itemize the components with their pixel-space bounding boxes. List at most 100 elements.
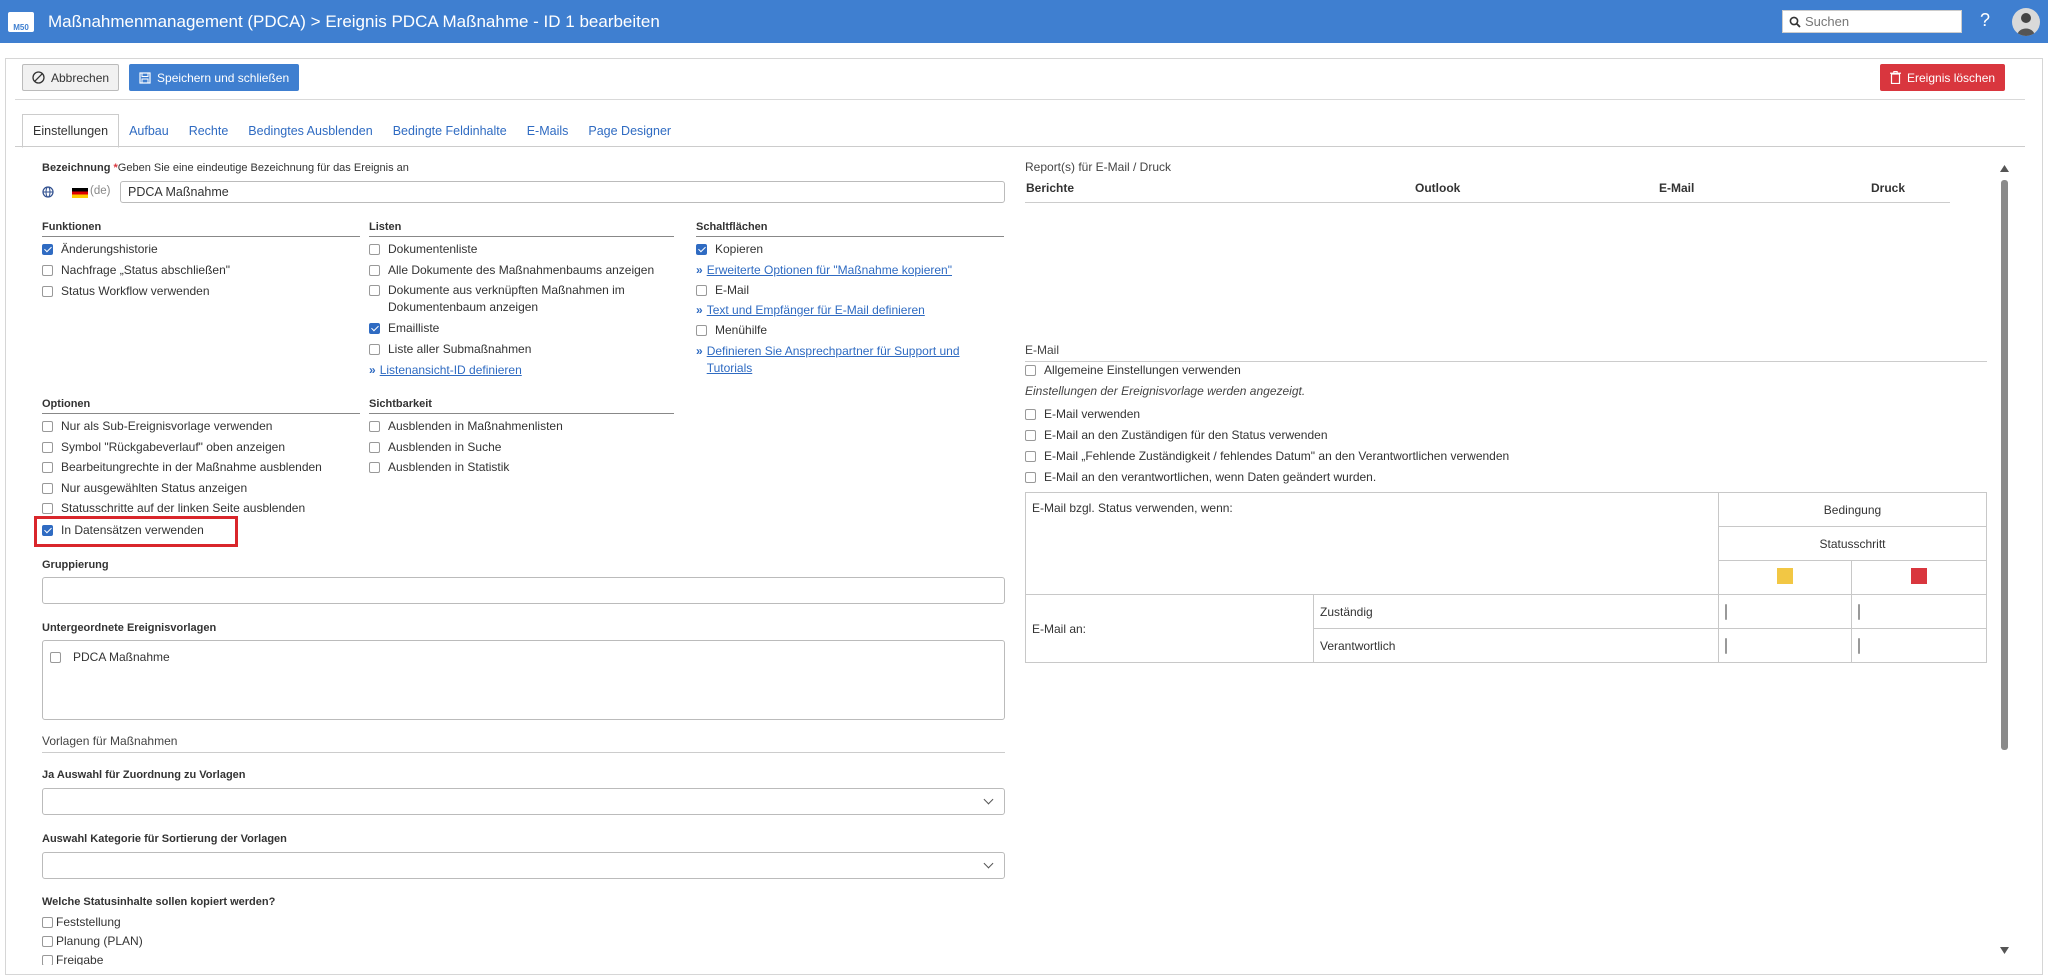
cb-nur-ausgewaehlten-status[interactable]: Nur ausgewählten Status anzeigen xyxy=(42,480,247,497)
optionen-header: Optionen xyxy=(42,398,360,414)
avatar[interactable] xyxy=(2012,8,2040,36)
cb-aenderungshistorie[interactable]: Änderungshistorie xyxy=(42,241,158,258)
gruppierung-input[interactable] xyxy=(42,577,1005,604)
cb-rueckgabeverlauf[interactable]: Symbol "Rückgabeverlauf" oben anzeigen xyxy=(42,439,285,456)
scroll-up-icon[interactable] xyxy=(1999,164,2010,173)
cb-emailliste[interactable]: Emailliste xyxy=(369,320,439,337)
email-note: Einstellungen der Ereignisvorlage werden… xyxy=(1025,384,1306,398)
delete-event-button[interactable]: Ereignis löschen xyxy=(1880,64,2006,91)
link-ansprechpartner[interactable]: » Definieren Sie Ansprechpartner für Supp… xyxy=(696,343,996,377)
cb-freigabe[interactable]: Freigabe xyxy=(42,952,103,965)
schaltflaechen-header: Schaltflächen xyxy=(696,221,1004,237)
cb-kopieren[interactable]: Kopieren xyxy=(696,241,763,258)
scrollbar-thumb[interactable] xyxy=(2001,180,2008,750)
cb-ausblenden-statistik[interactable]: Ausblenden in Statistik xyxy=(369,459,509,476)
row-verantwortlich-label: Verantwortlich xyxy=(1313,628,1719,663)
bezeichnung-input[interactable]: PDCA Maßnahme xyxy=(120,181,1005,203)
cb-verantwortlich-red[interactable] xyxy=(1851,628,1987,663)
cb-ausblenden-massnahmenlisten[interactable]: Ausblenden in Maßnahmenlisten xyxy=(369,418,563,435)
status-red-cell xyxy=(1851,560,1987,595)
cb-zustaendig-yellow[interactable] xyxy=(1718,594,1852,629)
link-email-text[interactable]: » Text und Empfänger für E-Mail definiere… xyxy=(696,302,925,319)
status-yellow-cell xyxy=(1718,560,1852,595)
listen-header: Listen xyxy=(369,221,674,237)
status-table-header: E-Mail bzgl. Status verwenden, wenn: xyxy=(1025,492,1719,595)
cb-statusschritte-ausblenden[interactable]: Statusschritte auf der linken Seite ausb… xyxy=(42,500,305,517)
cb-email-zustaendigen[interactable]: E-Mail an den Zuständigen für den Status… xyxy=(1025,427,1328,444)
cb-planung[interactable]: Planung (PLAN) xyxy=(42,933,143,950)
bedingung-header: Bedingung xyxy=(1718,492,1987,527)
tab-emails[interactable]: E-Mails xyxy=(517,114,579,148)
cb-zustaendig-red[interactable] xyxy=(1851,594,1987,629)
statusinhalte-label: Welche Statusinhalte sollen kopiert werd… xyxy=(42,896,276,908)
highlight-box xyxy=(34,516,238,547)
lang-code: (de) xyxy=(90,185,111,197)
cb-submassnahmen[interactable]: Liste aller Submaßnahmen xyxy=(369,341,531,358)
sichtbarkeit-header: Sichtbarkeit xyxy=(369,398,674,414)
help-button[interactable]: ? xyxy=(1980,10,1990,31)
flag-de-icon xyxy=(72,188,88,198)
email-an-label: E-Mail an: xyxy=(1025,594,1314,663)
search-icon xyxy=(1789,16,1801,28)
statusschritt-header: Statusschritt xyxy=(1718,526,1987,561)
tab-bedingtes-ausblenden[interactable]: Bedingtes Ausblenden xyxy=(238,114,382,148)
trash-icon xyxy=(1890,71,1901,84)
title-bar: M50 Maßnahmenmanagement (PDCA) > Ereigni… xyxy=(0,0,2048,43)
untergeordnete-label: Untergeordnete Ereignisvorlagen xyxy=(42,622,217,634)
col-outlook: Outlook xyxy=(1415,181,1461,195)
save-icon xyxy=(139,71,151,84)
tab-einstellungen[interactable]: Einstellungen xyxy=(22,114,120,148)
cb-sub-ereignisvorlage[interactable]: Nur als Sub-Ereignisvorlage verwenden xyxy=(42,418,272,435)
reports-header: Report(s) für E-Mail / Druck xyxy=(1025,160,1172,174)
cb-alle-dokumente[interactable]: Alle Dokumente des Maßnahmenbaums anzeig… xyxy=(369,262,654,279)
col-berichte: Berichte xyxy=(1026,181,1075,195)
cb-email-fehlende[interactable]: E-Mail „Fehlende Zuständigkeit / fehlend… xyxy=(1025,448,1509,465)
cb-nachfrage-status[interactable]: Nachfrage „Status abschließen" xyxy=(42,262,230,279)
tab-page-designer[interactable]: Page Designer xyxy=(578,114,681,148)
cb-verantwortlich-yellow[interactable] xyxy=(1718,628,1852,663)
tab-bedingte-feldinhalte[interactable]: Bedingte Feldinhalte xyxy=(383,114,517,148)
status-red-swatch xyxy=(1911,568,1927,584)
cb-menuehilfe[interactable]: Menühilfe xyxy=(696,322,767,339)
app-logo: M50 xyxy=(8,11,34,32)
ja-auswahl-label: Ja Auswahl für Zuordnung zu Vorlagen xyxy=(42,769,246,781)
cb-allgemeine-einstellungen[interactable]: Allgemeine Einstellungen verwenden xyxy=(1025,362,1241,379)
toolbar: Abbrechen Speichern und schließen xyxy=(22,64,300,92)
reports-table-header: Berichte Outlook E-Mail Druck xyxy=(1025,181,1950,203)
link-listenansicht[interactable]: » Listenansicht-ID definieren xyxy=(369,362,522,379)
search-placeholder: Suchen xyxy=(1805,14,1850,29)
row-zustaendig-label: Zuständig xyxy=(1313,594,1719,629)
cb-bearbeitungsrechte[interactable]: Bearbeitungrechte in der Maßnahme ausble… xyxy=(42,459,322,476)
funktionen-header: Funktionen xyxy=(42,221,360,237)
toolbar-divider xyxy=(15,99,2025,100)
untergeordnete-list[interactable]: PDCA Maßnahme xyxy=(42,640,1005,720)
cb-dokumente-verknuepft[interactable]: Dokumente aus verknüpften Maßnahmen im D… xyxy=(369,282,669,316)
tab-bar: Einstellungen Aufbau Rechte Bedingtes Au… xyxy=(22,112,681,148)
cb-dokumentenliste[interactable]: Dokumentenliste xyxy=(369,241,477,258)
cb-email-verwenden[interactable]: E-Mail verwenden xyxy=(1025,406,1140,423)
status-yellow-swatch xyxy=(1777,568,1793,584)
cb-email[interactable]: E-Mail xyxy=(696,282,749,299)
cb-status-workflow[interactable]: Status Workflow verwenden xyxy=(42,283,210,300)
gruppierung-label: Gruppierung xyxy=(42,559,109,571)
tab-divider xyxy=(15,146,2025,147)
link-erweiterte-optionen[interactable]: » Erweiterte Optionen für "Maßnahme kopie… xyxy=(696,262,952,279)
cancel-button[interactable]: Abbrechen xyxy=(22,64,120,91)
cb-feststellung[interactable]: Feststellung xyxy=(42,914,121,931)
globe-icon[interactable] xyxy=(42,186,54,198)
cb-ausblenden-suche[interactable]: Ausblenden in Suche xyxy=(369,439,501,456)
status-table: E-Mail bzgl. Status verwenden, wenn: Bed… xyxy=(1025,492,1987,663)
vorlagen-header: Vorlagen für Maßnahmen xyxy=(42,734,1005,753)
email-header: E-Mail xyxy=(1025,343,1987,362)
ja-auswahl-select[interactable] xyxy=(42,788,1005,815)
cb-email-daten-geaendert[interactable]: E-Mail an den verantwortlichen, wenn Dat… xyxy=(1025,469,1376,486)
save-close-button[interactable]: Speichern und schließen xyxy=(129,64,300,91)
search-input[interactable]: Suchen xyxy=(1782,10,1962,33)
list-item[interactable]: PDCA Maßnahme xyxy=(50,649,170,666)
bezeichnung-label: Bezeichnung *Geben Sie eine eindeutige B… xyxy=(42,162,409,174)
kategorie-select[interactable] xyxy=(42,852,1005,879)
kategorie-label: Auswahl Kategorie für Sortierung der Vor… xyxy=(42,833,287,845)
tab-rechte[interactable]: Rechte xyxy=(179,114,239,148)
scroll-down-icon[interactable] xyxy=(1999,946,2010,955)
tab-aufbau[interactable]: Aufbau xyxy=(119,114,179,148)
